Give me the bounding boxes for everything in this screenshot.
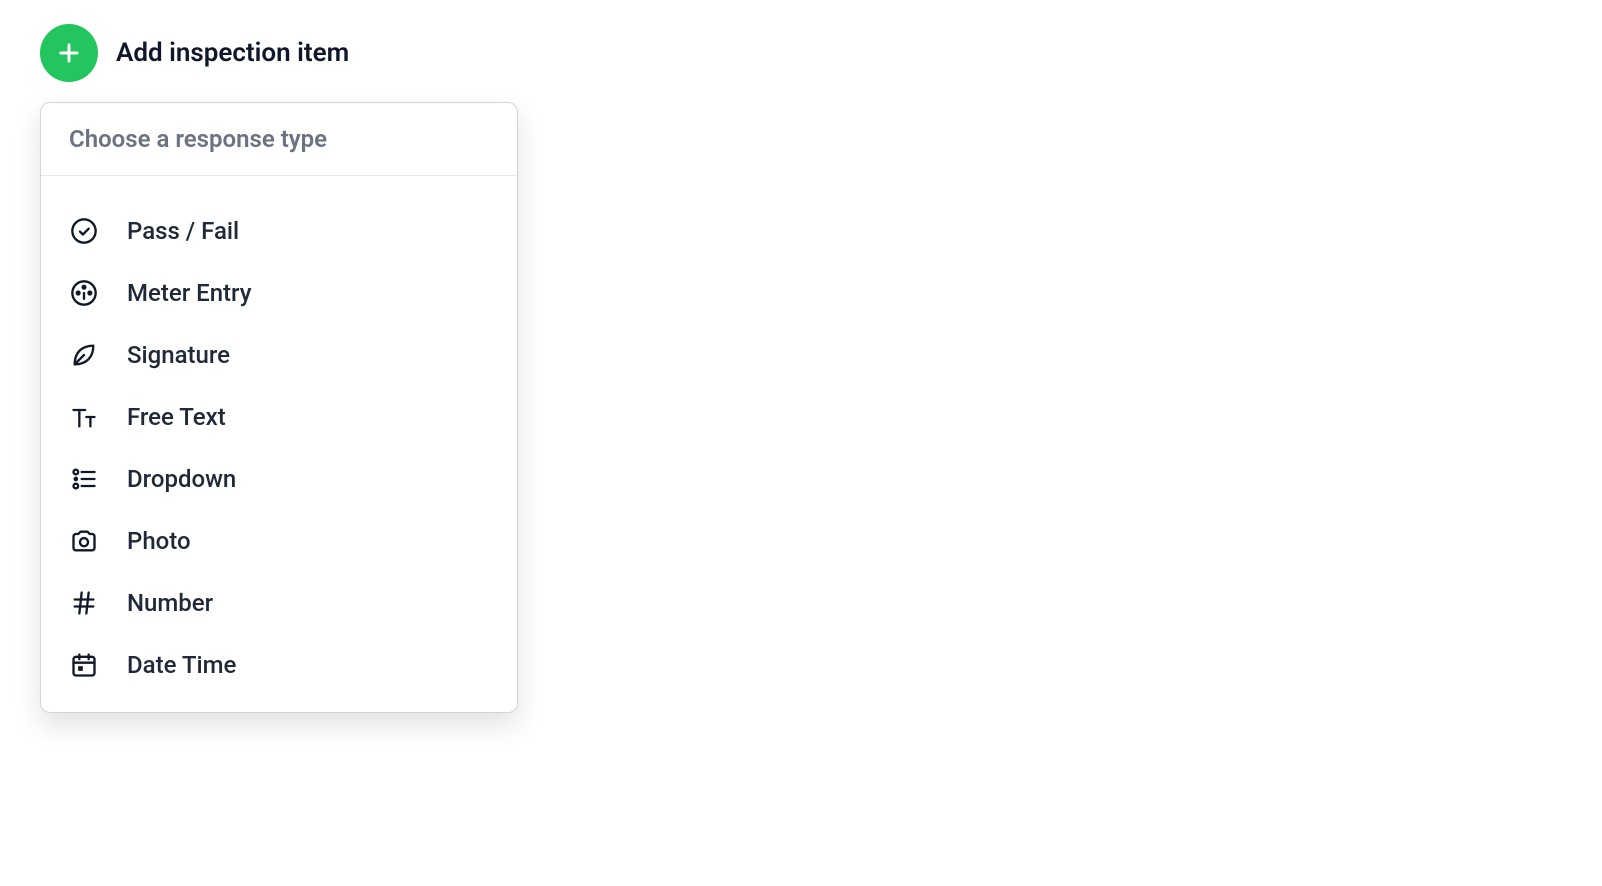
list-icon bbox=[69, 464, 99, 494]
camera-icon bbox=[69, 526, 99, 556]
option-free-text[interactable]: Free Text bbox=[69, 386, 489, 448]
hash-icon bbox=[69, 588, 99, 618]
option-meter-entry[interactable]: Meter Entry bbox=[69, 262, 489, 324]
option-number[interactable]: Number bbox=[69, 572, 489, 634]
option-dropdown[interactable]: Dropdown bbox=[69, 448, 489, 510]
option-signature[interactable]: Signature bbox=[69, 324, 489, 386]
option-date-time[interactable]: Date Time bbox=[69, 634, 489, 696]
check-circle-icon bbox=[69, 216, 99, 246]
text-icon bbox=[69, 402, 99, 432]
option-photo[interactable]: Photo bbox=[69, 510, 489, 572]
option-label: Pass / Fail bbox=[127, 217, 239, 245]
option-label: Number bbox=[127, 589, 213, 617]
response-type-dropdown: Choose a response type Pass / Fail bbox=[40, 102, 518, 713]
options-list: Pass / Fail Meter Entry S bbox=[41, 176, 517, 712]
add-inspection-item-button[interactable]: Add inspection item bbox=[40, 24, 1562, 82]
meter-icon bbox=[69, 278, 99, 308]
dropdown-title: Choose a response type bbox=[41, 103, 517, 176]
option-label: Signature bbox=[127, 341, 230, 369]
option-pass-fail[interactable]: Pass / Fail bbox=[69, 200, 489, 262]
add-inspection-item-label: Add inspection item bbox=[116, 38, 349, 68]
leaf-icon bbox=[69, 340, 99, 370]
option-label: Meter Entry bbox=[127, 279, 252, 307]
calendar-icon bbox=[69, 650, 99, 680]
plus-icon bbox=[40, 24, 98, 82]
option-label: Date Time bbox=[127, 651, 236, 679]
option-label: Photo bbox=[127, 527, 191, 555]
option-label: Free Text bbox=[127, 403, 226, 431]
option-label: Dropdown bbox=[127, 465, 236, 493]
